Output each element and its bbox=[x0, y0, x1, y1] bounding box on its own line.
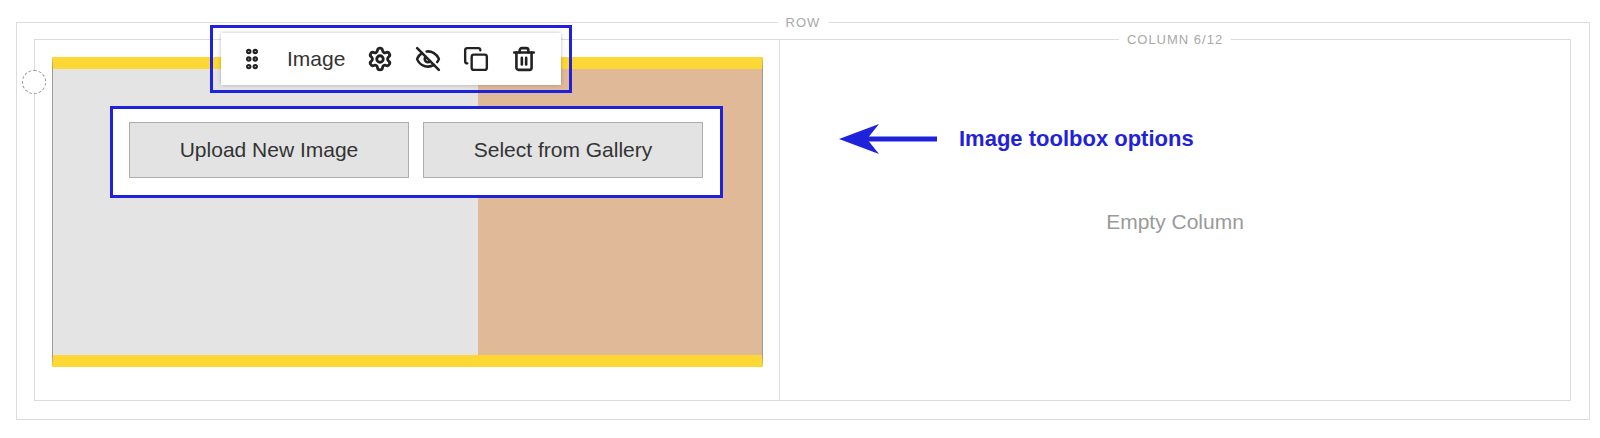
empty-column-text: Empty Column bbox=[800, 208, 1550, 236]
row-label: ROW bbox=[778, 15, 829, 30]
row: ROWImageUpload New ImageSelect from Gall… bbox=[16, 22, 1590, 420]
empty-column: COLUMN 6/12Image toolbox optionsEmpty Co… bbox=[780, 40, 1570, 400]
column-label: COLUMN 6/12 bbox=[1119, 32, 1231, 47]
page: ROW Image Upload New ImageSelect from Gall… bbox=[0, 0, 1600, 438]
drag-handle-icon[interactable] bbox=[239, 46, 265, 72]
annotation: Image toolbox options bbox=[839, 124, 1550, 154]
image-actions: Upload New ImageSelect from Gallery bbox=[110, 106, 723, 198]
image-column: Image Upload New ImageSelect from Gallery bbox=[35, 40, 780, 400]
image[interactable] bbox=[52, 57, 763, 367]
toolbar-title: Image bbox=[287, 47, 345, 71]
column-handle[interactable] bbox=[22, 70, 46, 94]
image-action-button[interactable]: Select from Gallery bbox=[423, 122, 703, 178]
columns: Image Upload New ImageSelect from Gallery… bbox=[34, 39, 1571, 401]
annotation-text: Image toolbox options bbox=[959, 126, 1194, 152]
eye-off-icon[interactable] bbox=[415, 46, 441, 72]
copy-icon[interactable] bbox=[463, 46, 489, 72]
arrow-left-icon bbox=[839, 124, 939, 154]
image-toolbar: Image bbox=[221, 33, 561, 85]
gear-icon[interactable] bbox=[367, 46, 393, 72]
trash-icon[interactable] bbox=[511, 46, 537, 72]
image-action-button[interactable]: Upload New Image bbox=[129, 122, 409, 178]
toolbar-highlight: Image bbox=[210, 25, 572, 93]
